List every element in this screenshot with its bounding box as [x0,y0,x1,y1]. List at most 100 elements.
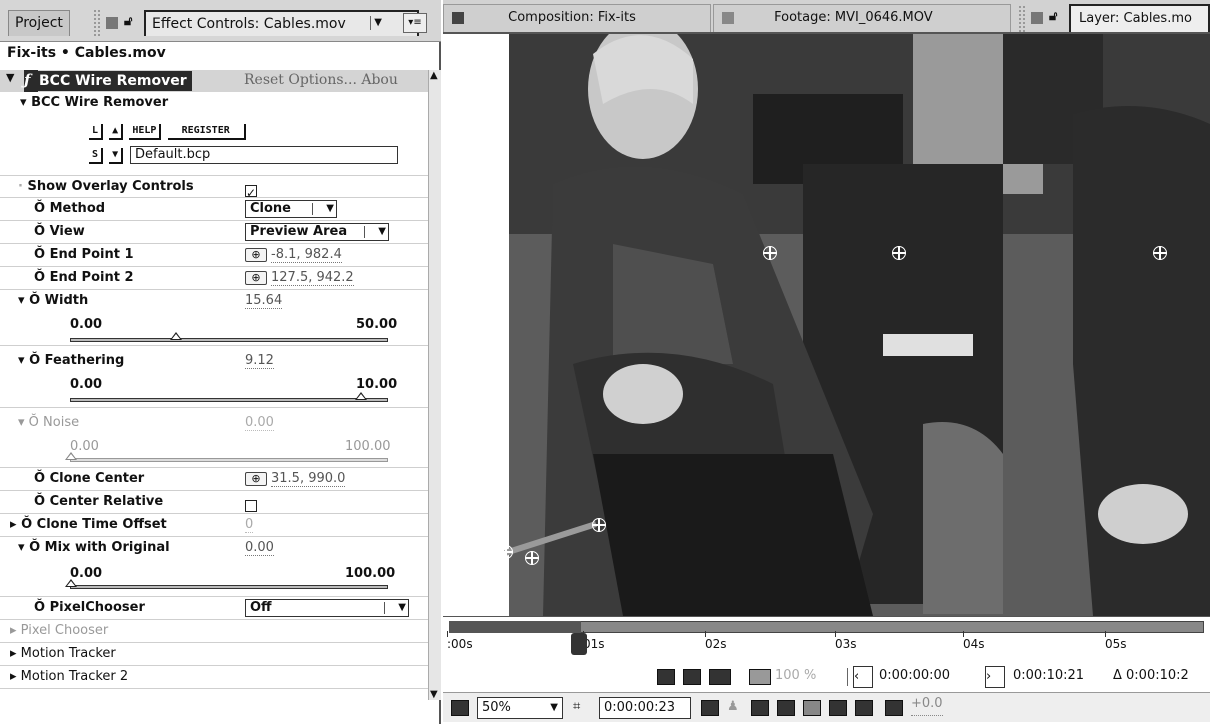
noise-value[interactable]: 0.00 [245,416,274,431]
noise-slider-handle[interactable] [65,452,77,460]
view-toggle-icon[interactable] [683,669,701,685]
mix-slider-handle[interactable] [65,579,77,587]
region-of-interest-icon[interactable] [777,700,795,716]
noise-slider-track[interactable] [65,452,388,462]
layer-icon[interactable] [829,700,847,716]
exposure-value[interactable]: +0.0 [911,693,943,716]
overlay-point-icon[interactable] [892,246,906,260]
stopwatch-icon[interactable]: Ŏ [34,494,45,509]
width-slider-track[interactable] [70,332,388,342]
stopwatch-icon[interactable]: Ŏ [29,540,40,555]
section-motion-tracker-2[interactable]: ▸ Motion Tracker 2 [0,666,428,689]
overlay-point-icon[interactable] [1153,246,1167,260]
tab-footage[interactable]: Footage: MVI_0646.MOV [713,4,1011,32]
group-row[interactable]: ▾ BCC Wire Remover [0,92,428,115]
stopwatch-icon[interactable]: Ŏ [34,471,45,486]
expand-triangle-icon[interactable]: ▾ [18,415,25,430]
stopwatch-icon[interactable]: Ŏ [34,247,45,262]
crosshair-target-icon[interactable]: ⊕ [245,471,267,486]
stopwatch-icon[interactable]: Ŏ [34,270,45,285]
stopwatch-icon[interactable]: Ŏ [34,600,45,615]
param-view[interactable]: Ŏ View Preview Area ▼ [0,221,428,244]
help-button[interactable]: HELP [129,124,162,140]
effect-collapse-icon[interactable]: ▼ [6,71,14,84]
overlay-point-icon[interactable] [763,246,777,260]
time-ruler[interactable]: :00s 01s 02s 03s 04s 05s [443,616,1210,660]
current-time-field[interactable]: 0:00:00:23 [599,697,691,719]
param-end-point-2[interactable]: Ŏ End Point 2 ⊕ 127.5, 942.2 [0,267,428,290]
param-clone-center[interactable]: Ŏ Clone Center ⊕ 31.5, 990.0 [0,468,428,491]
feathering-slider-track[interactable] [70,392,388,402]
end-point-1-handle-icon[interactable] [499,545,513,559]
magnification-select[interactable]: 50% ▼ [477,697,563,719]
mix-slider-track[interactable] [65,579,388,589]
param-feathering[interactable]: ▾ Ŏ Feathering 9.12 0.00 10.00 [0,346,428,408]
param-end-point-1[interactable]: Ŏ End Point 1 ⊕ -8.1, 982.4 [0,244,428,267]
save-preset-button[interactable]: S [89,148,104,164]
feathering-value[interactable]: 9.12 [245,354,274,369]
render-icon[interactable] [657,669,675,685]
stopwatch-icon[interactable]: Ŏ [29,415,39,430]
expand-triangle-icon[interactable]: ▾ [18,353,25,368]
vertical-scrollbar[interactable]: ▲ ▼ [428,70,441,700]
param-width[interactable]: ▾ Ŏ Width 15.64 0.00 50.00 [0,290,428,346]
scroll-up-icon[interactable]: ▲ [430,70,438,81]
view-options-icon[interactable] [709,669,731,685]
timeline-icon[interactable] [855,700,873,716]
zoom-percent[interactable]: 100 % [775,662,816,690]
section-motion-tracker[interactable]: ▸ Motion Tracker [0,643,428,666]
layer-viewer[interactable] [443,34,1210,616]
tab-project[interactable]: Project [8,10,70,36]
pixelchooser-select[interactable]: Off ▼ [245,599,409,617]
param-mix-with-original[interactable]: ▾ Ŏ Mix with Original 0.00 0.00 100.00 [0,537,428,597]
channel-icon[interactable] [751,700,769,716]
set-out-point-icon[interactable]: › [985,666,1005,688]
mix-value[interactable]: 0.00 [245,541,274,556]
expand-triangle-icon[interactable]: ▸ [10,517,17,532]
param-noise[interactable]: ▾ Ŏ Noise 0.00 0.00 100.00 [0,408,428,468]
time-navigator-range[interactable] [449,621,581,633]
panel-menu-icon[interactable]: ▾≡ [403,13,427,33]
clone-center-handle-icon[interactable] [525,551,539,565]
transparency-grid-icon[interactable] [803,700,821,716]
param-show-overlay[interactable]: · Show Overlay Controls [0,175,428,204]
tab-composition[interactable]: Composition: Fix-its [443,4,711,32]
show-overlay-checkbox[interactable] [245,182,257,204]
stopwatch-icon[interactable]: Ŏ [29,293,40,308]
method-select[interactable]: Clone ▼ [245,200,337,218]
tab-layer[interactable]: Layer: Cables.mo [1069,4,1210,32]
preset-file-field[interactable]: Default.bcp [130,146,398,164]
preset-up-icon[interactable]: ▲ [109,124,124,140]
expand-triangle-icon[interactable]: ▾ [18,540,25,555]
crosshair-target-icon[interactable]: ⊕ [245,270,267,285]
always-preview-icon[interactable] [451,700,469,716]
panel-grip-icon[interactable] [94,10,100,36]
param-method[interactable]: Ŏ Method Clone ▼ [0,198,428,221]
expand-triangle-icon[interactable]: ▾ [18,293,25,308]
param-center-relative[interactable]: Ŏ Center Relative [0,491,428,514]
stopwatch-icon[interactable]: Ŏ [34,224,45,239]
end-point-2-handle-icon[interactable] [592,518,606,532]
width-slider-handle[interactable] [170,332,182,340]
param-pixelchooser[interactable]: Ŏ PixelChooser Off ▼ [0,597,428,620]
effect-links[interactable]: Reset Options... Abou [244,72,398,88]
preset-down-icon[interactable]: ▼ [109,148,124,164]
panel-grip-icon[interactable] [1019,6,1025,32]
lock-icon[interactable]: 🔓︎ [1049,9,1057,24]
view-select[interactable]: Preview Area ▼ [245,223,389,241]
current-time-indicator-icon[interactable] [571,633,587,655]
end-point-2-value[interactable]: 127.5, 942.2 [271,271,354,286]
feathering-slider-handle[interactable] [355,392,367,400]
section-pixel-chooser[interactable]: ▸ Pixel Chooser [0,620,428,643]
clone-time-offset-value[interactable]: 0 [245,518,254,533]
effect-header[interactable]: ▼ ƒ BCC Wire Remover Reset Options... Ab… [0,70,428,92]
tab-effect-controls[interactable]: Effect Controls: Cables.mov ▼ [144,10,419,36]
center-relative-checkbox[interactable] [245,499,257,512]
show-snapshot-icon[interactable]: ♟ [727,693,739,721]
param-clone-time-offset[interactable]: ▸ Ŏ Clone Time Offset 0 [0,514,428,537]
layer-dropdown-icon[interactable]: ▼ [370,16,385,30]
register-button[interactable]: REGISTER [167,124,246,140]
lock-icon[interactable]: 🔓︎ [124,14,132,29]
clone-center-value[interactable]: 31.5, 990.0 [271,472,346,487]
stopwatch-icon[interactable]: Ŏ [21,517,32,532]
